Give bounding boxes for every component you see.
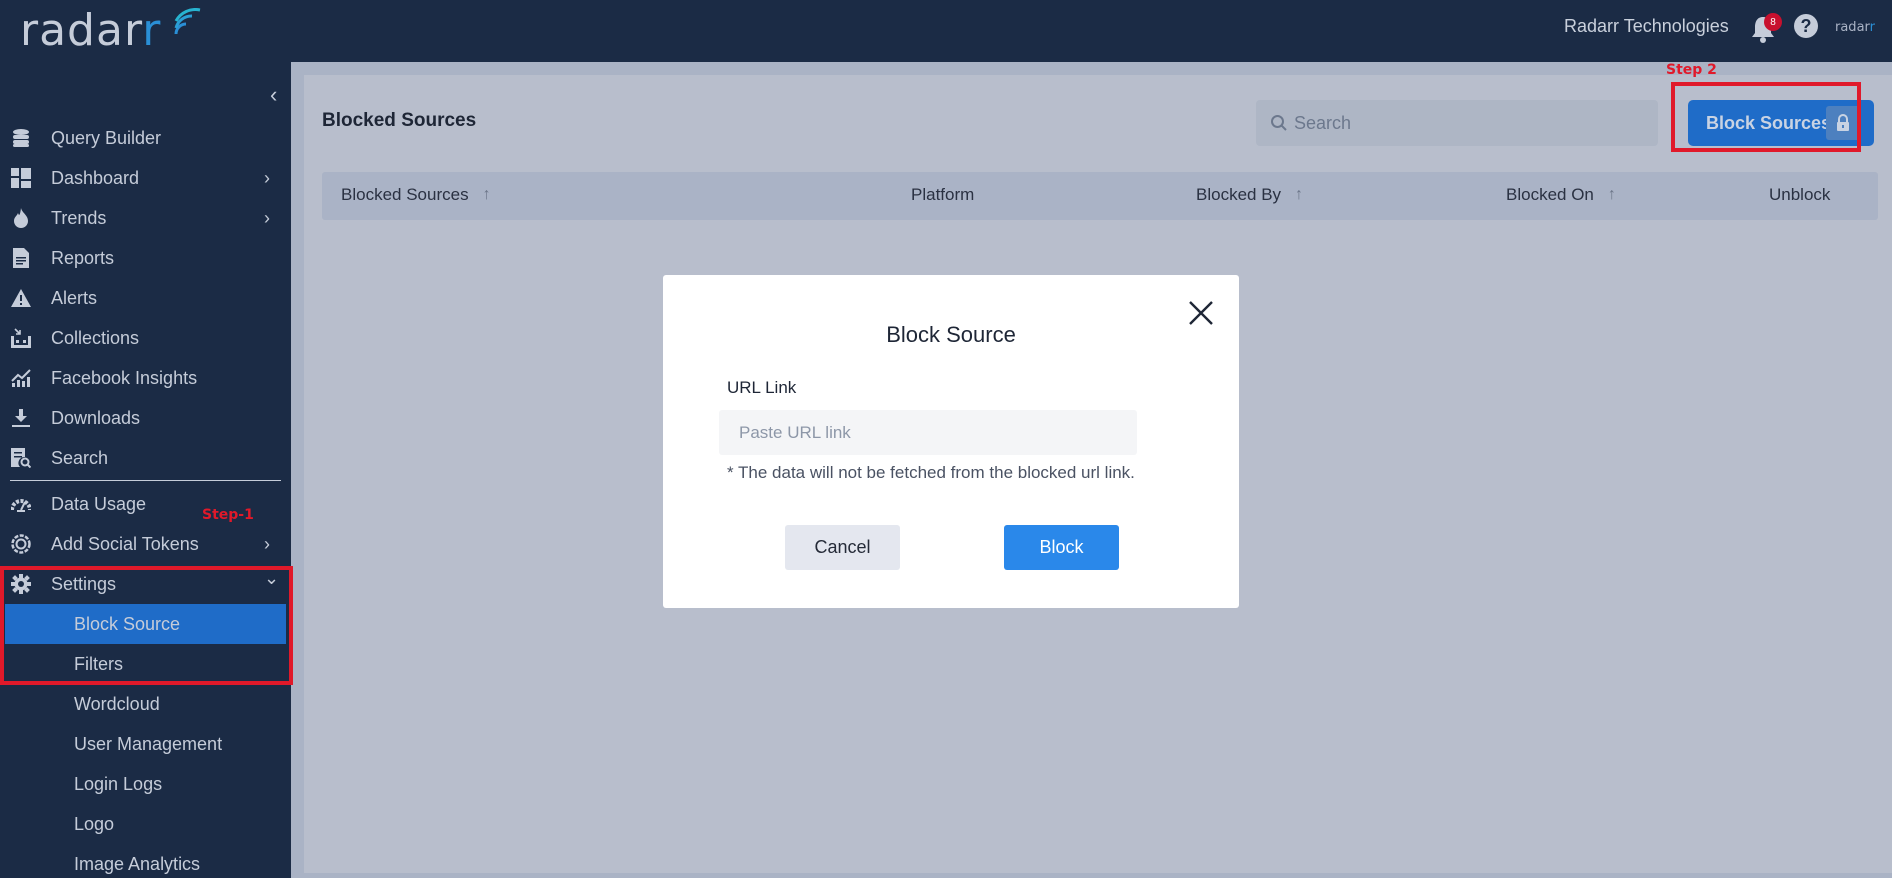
sidebar-item-collections[interactable]: Collections [0, 318, 291, 358]
sidebar-item-trends[interactable]: Trends › [0, 198, 291, 238]
sidebar-item-label: Data Usage [51, 493, 147, 514]
sidebar-subitem-login-logs[interactable]: Login Logs [5, 764, 286, 804]
chevron-right-icon: › [264, 207, 270, 228]
organization-name[interactable]: Radarr Technologies [1564, 16, 1729, 37]
fire-icon [10, 207, 32, 229]
sidebar-item-label: Downloads [51, 407, 141, 428]
sidebar-subitem-image-analytics[interactable]: Image Analytics [5, 844, 286, 878]
sidebar-item-downloads[interactable]: Downloads [0, 398, 291, 438]
sidebar-subitem-user-management[interactable]: User Management [5, 724, 286, 764]
block-source-modal: Block Source URL Link * The data will no… [663, 275, 1239, 608]
sidebar-subitem-label: Logo [74, 813, 115, 834]
signal-waves-icon [174, 8, 201, 35]
search-input[interactable]: Search [1256, 100, 1658, 146]
help-icon[interactable]: ? [1794, 14, 1818, 38]
chevron-right-icon: › [264, 167, 270, 188]
blocked-url-note: * The data will not be fetched from the … [727, 463, 1135, 482]
sidebar-subitem-label: User Management [74, 733, 223, 754]
step-2-highlight-box [1671, 82, 1861, 152]
step-2-annotation: Step 2 [1666, 62, 1717, 78]
sidebar-item-label: Reports [51, 247, 115, 268]
search-placeholder: Search [1294, 112, 1352, 133]
sidebar-divider [10, 480, 281, 481]
column-blocked-by[interactable]: Blocked By ↑ [1196, 185, 1303, 205]
url-link-label: URL Link [727, 378, 797, 397]
top-bar: radarr Radarr Technologies 8 ? radarr [0, 0, 1892, 62]
sidebar-subitem-wordcloud[interactable]: Wordcloud [5, 684, 286, 724]
document-icon [10, 247, 32, 269]
sidebar-item-dashboard[interactable]: Dashboard › [0, 158, 291, 198]
block-button[interactable]: Block [1004, 525, 1119, 570]
sidebar-item-label: Add Social Tokens [51, 533, 199, 554]
notifications-badge: 8 [1764, 13, 1782, 31]
column-label: Blocked Sources [341, 185, 469, 204]
sort-arrow-icon[interactable]: ↑ [483, 186, 491, 204]
search-icon [1271, 115, 1287, 131]
sidebar-item-facebook-insights[interactable]: Facebook Insights [0, 358, 291, 398]
target-icon [10, 533, 32, 555]
sidebar-item-search[interactable]: Search [0, 438, 291, 478]
sidebar: ‹ Query Builder Dashboard › Trends › Rep… [0, 62, 291, 878]
sidebar-item-label: Alerts [51, 287, 98, 308]
account-logo[interactable]: radarr [1835, 20, 1875, 35]
sidebar-item-query-builder[interactable]: Query Builder [0, 118, 291, 158]
sidebar-item-alerts[interactable]: Alerts [0, 278, 291, 318]
sidebar-subitem-logo[interactable]: Logo [5, 804, 286, 844]
column-label: Blocked On [1506, 185, 1594, 204]
table-header: Blocked Sources ↑ Platform Blocked By ↑ … [322, 172, 1878, 220]
sidebar-item-label: Query Builder [51, 127, 162, 148]
sidebar-item-label: Facebook Insights [51, 367, 198, 388]
column-unblock: Unblock [1769, 185, 1830, 205]
column-blocked-sources[interactable]: Blocked Sources ↑ [341, 185, 491, 205]
column-blocked-on[interactable]: Blocked On ↑ [1506, 185, 1616, 205]
collapse-sidebar-icon[interactable]: ‹ [270, 82, 277, 108]
cancel-button[interactable]: Cancel [785, 525, 900, 570]
modal-title: Block Source [886, 322, 1016, 347]
sidebar-item-add-social-tokens[interactable]: Add Social Tokens › [0, 524, 291, 564]
account-logo-text: radar [1835, 20, 1870, 35]
column-label: Platform [911, 185, 975, 204]
radarr-logo[interactable]: radarr [20, 4, 201, 56]
sidebar-item-label: Search [51, 447, 109, 468]
column-label: Blocked By [1196, 185, 1282, 204]
sidebar-item-reports[interactable]: Reports [0, 238, 291, 278]
sidebar-subitem-label: Image Analytics [74, 853, 201, 874]
download-icon [10, 407, 32, 429]
url-link-input[interactable] [719, 410, 1137, 455]
chevron-right-icon: › [264, 533, 270, 554]
warning-icon [10, 287, 32, 309]
sort-arrow-icon[interactable]: ↑ [1608, 186, 1616, 204]
sidebar-subitem-label: Login Logs [74, 773, 163, 794]
dashboard-icon [10, 167, 32, 189]
logo-text: radar [20, 4, 143, 56]
collections-icon [10, 327, 32, 349]
sidebar-item-label: Dashboard [51, 167, 140, 188]
logo-accent-letter: r [142, 4, 162, 56]
gauge-icon [10, 493, 32, 515]
sidebar-item-label: Trends [51, 207, 107, 228]
column-platform: Platform [911, 185, 974, 205]
step-1-highlight-box [0, 566, 293, 685]
sort-arrow-icon[interactable]: ↑ [1295, 186, 1303, 204]
step-1-annotation: Step-1 [202, 507, 254, 523]
chart-line-icon [10, 367, 32, 389]
sidebar-item-label: Collections [51, 327, 140, 348]
account-logo-accent: r [1869, 20, 1876, 35]
column-label: Unblock [1769, 185, 1831, 204]
database-icon [10, 127, 32, 149]
search-doc-icon [10, 447, 32, 469]
page-title: Blocked Sources [322, 110, 477, 131]
sidebar-subitem-label: Wordcloud [74, 693, 160, 714]
